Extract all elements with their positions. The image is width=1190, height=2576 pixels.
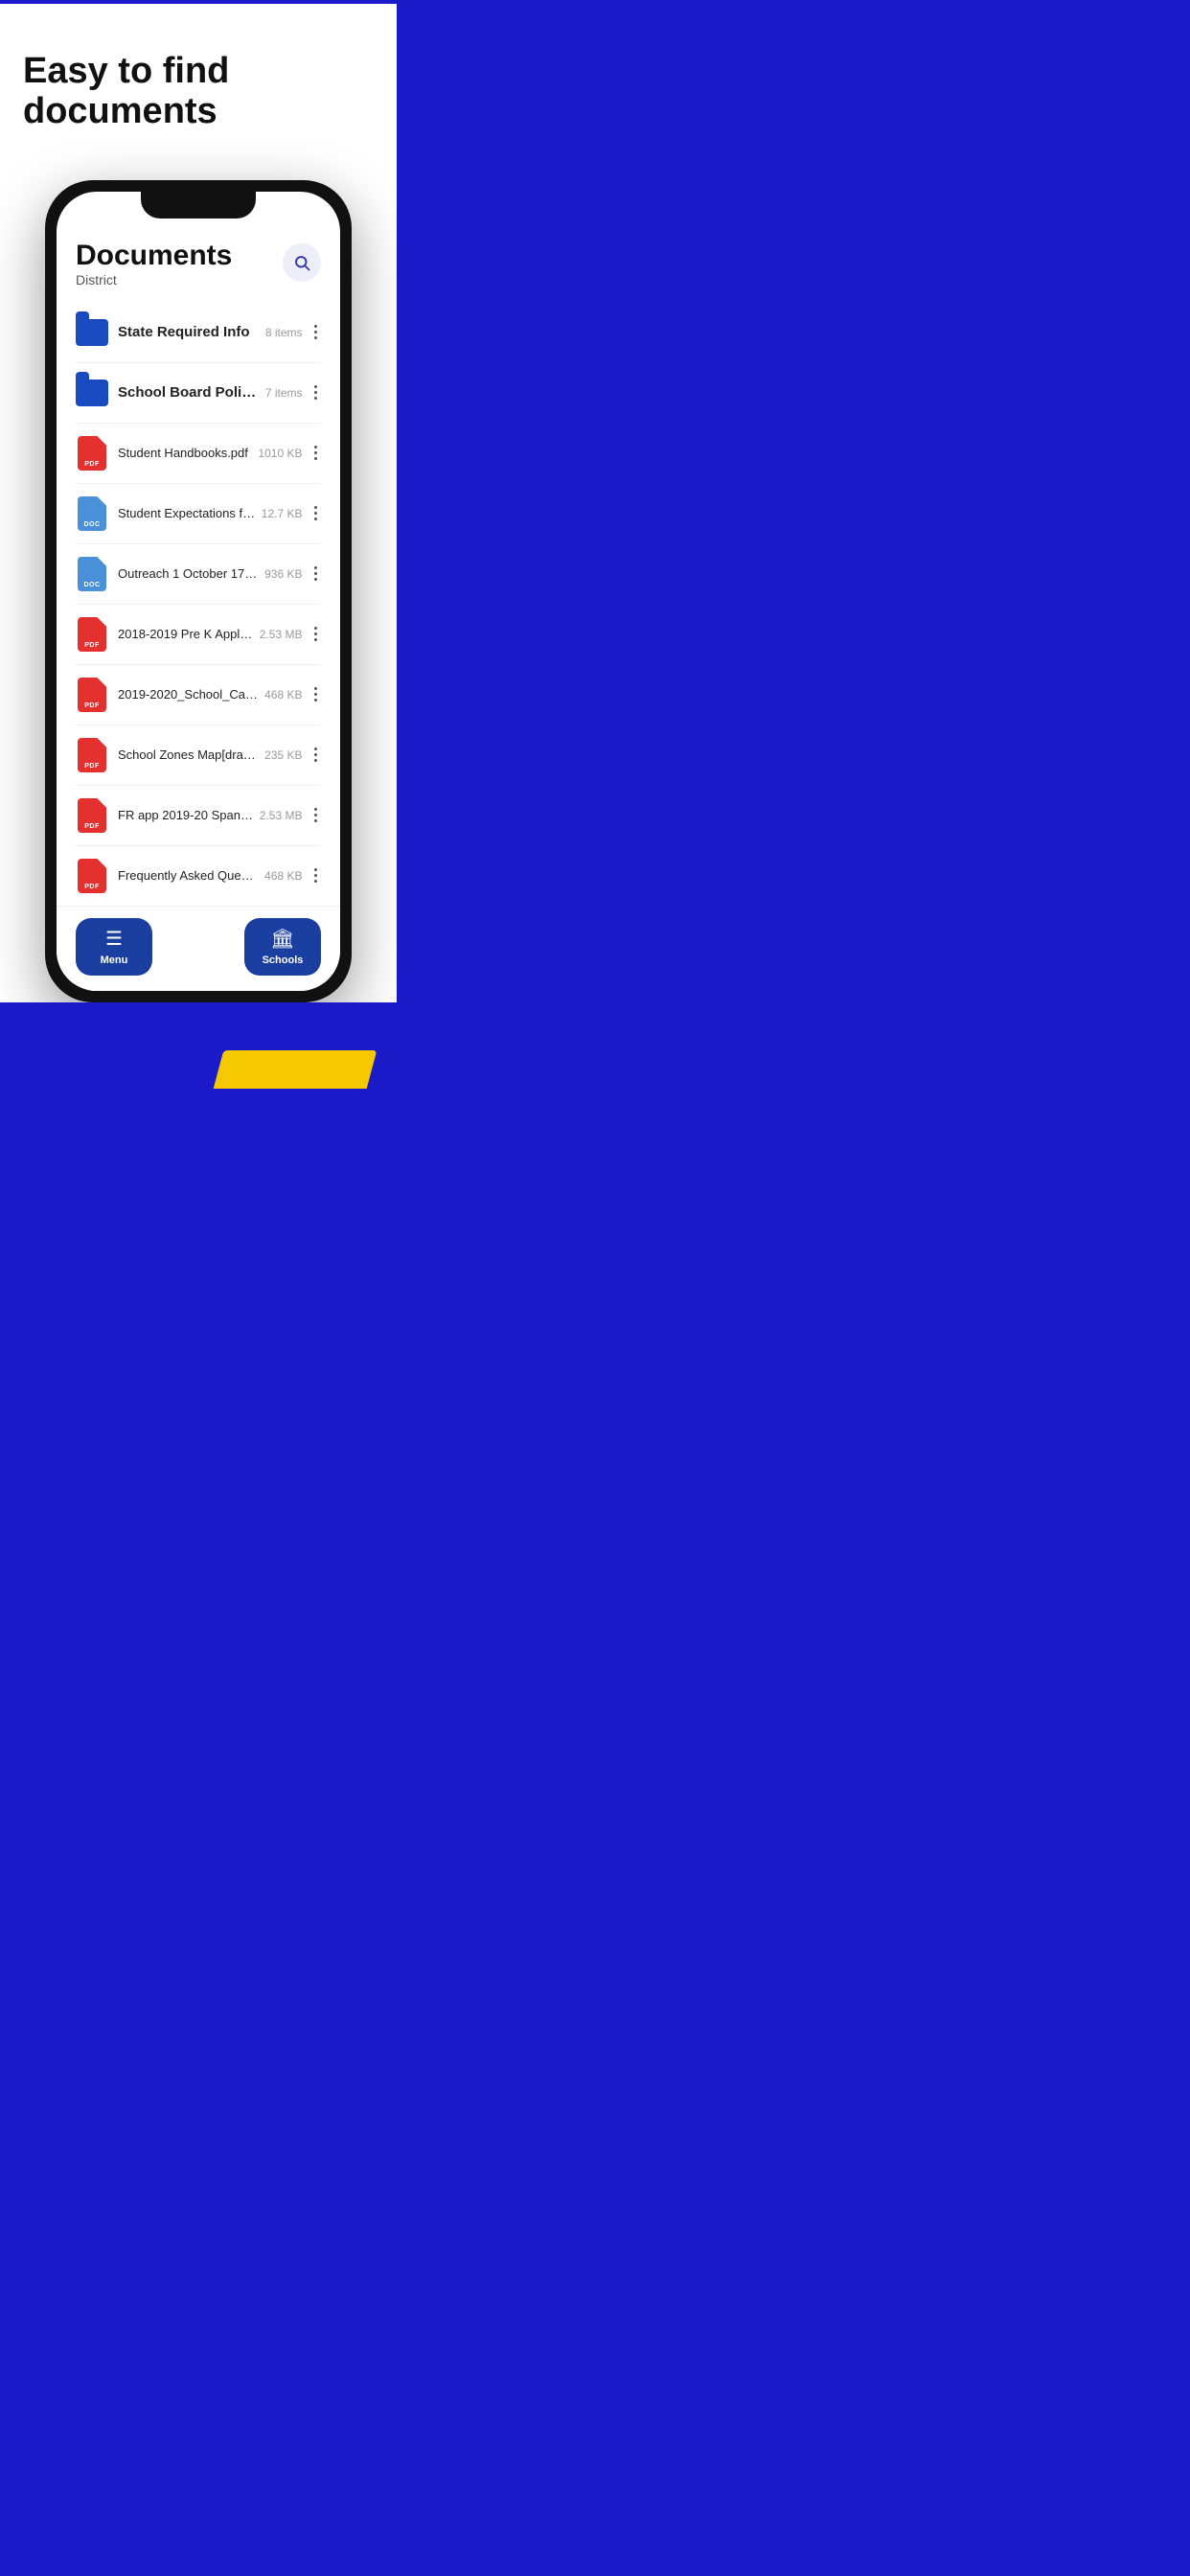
file-size: 8 items [265, 326, 303, 339]
file-name: 2019-2020_School_Calenda... [118, 687, 264, 702]
more-options-button[interactable] [310, 442, 322, 465]
pdf-icon-container: PDF [76, 435, 108, 472]
pdf-icon-container: PDF [76, 737, 108, 773]
pdf-icon: PDF [78, 436, 106, 471]
documents-title: Documents [76, 240, 232, 272]
search-icon [293, 254, 310, 271]
pdf-icon-container: PDF [76, 677, 108, 713]
doc-icon-container: DOC [76, 556, 108, 592]
more-options-button[interactable] [310, 623, 322, 646]
list-item[interactable]: PDF Frequently Asked Questions... 468 KB [76, 846, 321, 906]
more-options-button[interactable] [310, 864, 322, 887]
list-item[interactable]: PDF FR app 2019-20 Spanish 2.53 MB [76, 786, 321, 846]
doc-icon-container: DOC [76, 495, 108, 532]
folder-icon-container [76, 314, 108, 351]
file-name: 2018-2019 Pre K Applic... [118, 627, 260, 641]
more-options-button[interactable] [310, 563, 322, 586]
documents-header: Documents District [76, 240, 232, 288]
pdf-icon-container: PDF [76, 858, 108, 894]
file-size: 235 KB [264, 748, 302, 762]
file-size: 936 KB [264, 567, 302, 581]
pdf-icon-container: PDF [76, 797, 108, 834]
page-heading: Easy to find documents [23, 52, 374, 132]
folder-icon-container [76, 375, 108, 411]
tab-schools[interactable]: 🏛 Schools [244, 918, 321, 976]
tab-schools-label: Schools [263, 954, 304, 966]
list-item[interactable]: PDF 2019-2020_School_Calenda... 468 KB [76, 665, 321, 725]
pdf-icon: PDF [78, 859, 106, 893]
pdf-icon: PDF [78, 798, 106, 833]
list-item[interactable]: State Required Info 8 items [76, 303, 321, 363]
tab-bar: ☰ Menu 🏛 Schools [57, 906, 340, 991]
list-item[interactable]: PDF School Zones Map[draft 2]... 235 KB [76, 725, 321, 786]
more-options-button[interactable] [310, 321, 322, 344]
pdf-icon: PDF [78, 678, 106, 712]
folder-icon [76, 380, 108, 406]
list-item[interactable]: DOC Student Expectations for... 12.7 KB [76, 484, 321, 544]
search-button[interactable] [283, 243, 321, 282]
more-options-button[interactable] [310, 381, 322, 404]
file-size: 468 KB [264, 688, 302, 702]
file-name: Student Handbooks.pdf [118, 446, 258, 460]
more-options-button[interactable] [310, 804, 322, 827]
file-size: 2.53 MB [260, 809, 303, 822]
file-name: FR app 2019-20 Spanish [118, 808, 260, 822]
file-name: Frequently Asked Questions... [118, 868, 264, 883]
list-item[interactable]: PDF 2018-2019 Pre K Applic... 2.53 MB [76, 605, 321, 665]
tab-menu[interactable]: ☰ Menu [76, 918, 152, 976]
file-name: School Board Policies [118, 384, 265, 401]
menu-icon: ☰ [105, 927, 123, 951]
file-size: 2.53 MB [260, 628, 303, 641]
folder-icon [76, 319, 108, 346]
file-size: 12.7 KB [262, 507, 303, 520]
schools-icon: 🏛 [270, 927, 294, 951]
file-name: Student Expectations for... [118, 506, 262, 520]
file-name: School Zones Map[draft 2]... [118, 748, 264, 762]
phone-screen: Documents District [57, 192, 340, 991]
file-name: Outreach 1 October 17th.doc [118, 566, 264, 581]
more-options-button[interactable] [310, 502, 322, 525]
phone-mockup: Documents District [45, 180, 352, 1002]
more-options-button[interactable] [310, 683, 322, 706]
phone-notch [141, 192, 256, 218]
file-size: 7 items [265, 386, 303, 400]
list-item[interactable]: School Board Policies 7 items [76, 363, 321, 424]
file-size: 468 KB [264, 869, 302, 883]
documents-subtitle: District [76, 272, 232, 288]
doc-icon: DOC [78, 557, 106, 591]
tab-menu-label: Menu [101, 954, 128, 966]
doc-icon: DOC [78, 496, 106, 531]
list-item[interactable]: PDF Student Handbooks.pdf 1010 KB [76, 424, 321, 484]
pdf-icon: PDF [78, 738, 106, 772]
pdf-icon-container: PDF [76, 616, 108, 653]
more-options-button[interactable] [310, 744, 322, 767]
file-list: State Required Info 8 items [76, 303, 321, 906]
list-item[interactable]: DOC Outreach 1 October 17th.doc 936 KB [76, 544, 321, 605]
blue-bottom-bar [0, 1089, 397, 1117]
file-name: State Required Info [118, 324, 265, 340]
file-size: 1010 KB [258, 447, 302, 460]
pdf-icon: PDF [78, 617, 106, 652]
